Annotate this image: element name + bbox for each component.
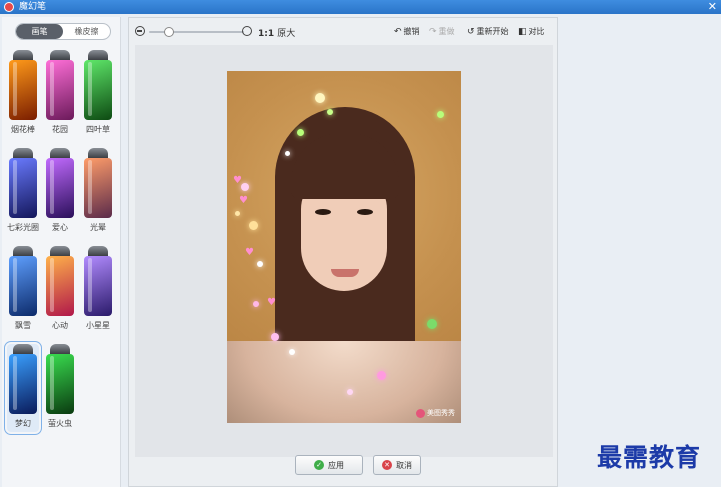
brush-item[interactable]: 萤火虫 [44, 344, 76, 432]
compare-button[interactable]: ◧ 对比 [518, 26, 545, 37]
sparkle-dot [437, 111, 444, 118]
ratio-value: 1:1 [258, 29, 275, 39]
brush-item[interactable]: 七彩光圈 [7, 148, 39, 236]
apply-button[interactable]: ✓ 应用 [295, 455, 363, 475]
photo-eye-right [357, 209, 373, 215]
undo-label: 撤销 [403, 27, 420, 36]
photo-canvas[interactable]: ♥ ♥ ♥ ♥ 美图秀秀 [227, 71, 461, 423]
editor-panel: 1:1 原大 ↶ 撤销 ↷ 重做 ↺ 重新开始 ◧ 对比 ♥ ♥ ♥ ♥ 美图秀秀 ✓ 应用 [128, 17, 558, 487]
watermark-text: 美图秀秀 [427, 409, 455, 417]
restart-label: 重新开始 [476, 27, 509, 36]
restart-icon: ↺ [467, 26, 475, 37]
photo-eye-left [315, 209, 331, 215]
heart-sparkle-icon: ♥ [233, 175, 242, 186]
heart-sparkle-icon: ♥ [267, 297, 276, 308]
title-bar: 魔幻笔 ✕ [0, 0, 721, 14]
restart-button[interactable]: ↺ 重新开始 [467, 26, 509, 37]
redo-button[interactable]: ↷ 重做 [429, 26, 455, 37]
undo-icon: ↶ [394, 26, 402, 37]
apply-label: 应用 [328, 460, 344, 470]
sparkle-dot [235, 211, 240, 216]
sparkle-dot [297, 129, 304, 136]
brush-tube [9, 158, 37, 218]
compare-label: 对比 [528, 27, 545, 36]
brush-item[interactable]: 爱心 [44, 148, 76, 236]
watermark-logo-icon [416, 408, 425, 418]
zoom-in-icon[interactable] [242, 26, 252, 36]
brush-item[interactable]: 光晕 [82, 148, 114, 236]
cancel-icon: ✕ [382, 460, 392, 470]
brush-tube [46, 354, 74, 414]
app-icon [4, 2, 14, 12]
brush-tube [9, 256, 37, 316]
check-icon: ✓ [314, 460, 324, 470]
photo-watermark: 美图秀秀 [416, 408, 455, 418]
tab-eraser[interactable]: 橡皮擦 [63, 24, 110, 39]
brush-item[interactable]: 飘雪 [7, 246, 39, 334]
brush-item[interactable]: 梦幻 [4, 341, 42, 435]
sparkle-dot [257, 261, 263, 267]
brush-tube [9, 60, 37, 120]
brush-mode-toggle: 画笔 橡皮擦 [15, 23, 111, 40]
right-blank-area [560, 17, 721, 487]
redo-label: 重做 [438, 27, 455, 36]
zoom-slider[interactable] [149, 27, 244, 37]
sparkle-dot [327, 109, 333, 115]
brush-label: 小星星 [86, 321, 110, 330]
sparkle-dot [285, 151, 290, 156]
brush-label: 光晕 [90, 223, 106, 232]
brush-tube [46, 256, 74, 316]
sparkle-dot [427, 319, 437, 329]
canvas-area[interactable]: ♥ ♥ ♥ ♥ 美图秀秀 [135, 45, 553, 457]
sparkle-dot [271, 333, 279, 341]
redo-icon: ↷ [429, 26, 437, 37]
cancel-button[interactable]: ✕ 取消 [373, 455, 421, 475]
ratio-label: 原大 [277, 29, 296, 39]
brush-item[interactable]: 花园 [44, 50, 76, 138]
brush-tube [84, 60, 112, 120]
brush-tube [46, 158, 74, 218]
brush-item[interactable]: 四叶草 [82, 50, 114, 138]
brush-item[interactable]: 烟花棒 [7, 50, 39, 138]
zoom-out-icon[interactable] [135, 26, 145, 36]
sparkle-dot [249, 221, 258, 230]
sparkle-dot [289, 349, 295, 355]
sparkle-dot [253, 301, 259, 307]
brush-label: 萤火虫 [48, 419, 72, 428]
compare-icon: ◧ [518, 26, 527, 37]
brush-panel: 画笔 橡皮擦 烟花棒 花园四叶草七彩光圈 爱心光晕飘雪 心动小星星梦幻 萤火虫 [2, 17, 121, 487]
actual-size-button[interactable]: 1:1 原大 [258, 26, 295, 39]
sparkle-dot [347, 389, 353, 395]
sparkle-dot [315, 93, 325, 103]
brand-watermark: 最需教育 [597, 443, 702, 472]
undo-button[interactable]: ↶ 撤销 [394, 26, 420, 37]
sparkle-dot [241, 183, 249, 191]
brush-tube [84, 256, 112, 316]
zoom-slider-handle[interactable] [164, 27, 174, 37]
brush-tube [9, 354, 37, 414]
sparkle-dot [377, 371, 386, 380]
brush-tube [84, 158, 112, 218]
close-icon[interactable]: ✕ [708, 0, 717, 14]
brush-item[interactable]: 小星星 [82, 246, 114, 334]
heart-sparkle-icon: ♥ [245, 247, 254, 258]
toolbar: 1:1 原大 ↶ 撤销 ↷ 重做 ↺ 重新开始 ◧ 对比 [129, 18, 557, 46]
tab-brush[interactable]: 画笔 [16, 24, 63, 39]
brush-label: 四叶草 [86, 125, 110, 134]
brush-tube [46, 60, 74, 120]
heart-sparkle-icon: ♥ [239, 195, 248, 206]
cancel-label: 取消 [396, 460, 412, 470]
brush-item[interactable]: 心动 [44, 246, 76, 334]
window-title: 魔幻笔 [19, 2, 47, 12]
photo-mouth [331, 269, 359, 277]
